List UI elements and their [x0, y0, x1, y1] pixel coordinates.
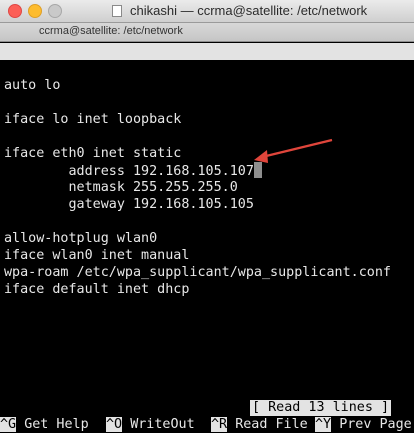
- file-line: netmask 255.255.255.0: [4, 180, 238, 195]
- document-icon: [112, 5, 122, 17]
- file-line-cursor: address 192.168.105.107: [4, 162, 262, 179]
- minimize-window-button[interactable]: [28, 4, 42, 18]
- nano-version: GNU nano 2.2.6: [11, 61, 124, 76]
- shortcut-read-file[interactable]: ^R Read File: [211, 416, 308, 433]
- shortcut-prev-page[interactable]: ^Y Prev Page: [315, 416, 412, 433]
- close-window-button[interactable]: [8, 4, 22, 18]
- file-line: iface default inet dhcp: [4, 282, 190, 297]
- shortcut-label: WriteOut: [130, 417, 195, 432]
- window-title: chikashi — ccrma@satellite: /etc/network: [130, 3, 368, 18]
- terminal-screen[interactable]: GNU nano 2.2.6 File: /etc/network/interf…: [0, 42, 414, 433]
- shortcut-label: Get Help: [24, 417, 89, 432]
- status-message: [ Read 13 lines ]: [250, 400, 392, 416]
- zoom-window-button[interactable]: [48, 4, 62, 18]
- shortcut-label: Prev Page: [339, 417, 412, 432]
- shortcut-writeout[interactable]: ^O WriteOut: [106, 416, 195, 433]
- file-line: gateway 192.168.105.105: [4, 197, 254, 212]
- tab-terminal[interactable]: ccrma@satellite: /etc/network: [39, 25, 183, 37]
- file-line-text: address 192.168.105.107: [4, 164, 254, 179]
- shortcut-key: ^R: [211, 417, 228, 432]
- terminal-tabbar: ccrma@satellite: /etc/network: [0, 23, 414, 42]
- window-titlebar: chikashi — ccrma@satellite: /etc/network: [0, 0, 414, 23]
- nano-header: GNU nano 2.2.6 File: /etc/network/interf…: [0, 43, 414, 93]
- shortcut-key: ^O: [106, 417, 123, 432]
- shortcut-label: Read File: [235, 417, 308, 432]
- file-line: auto lo: [4, 78, 61, 93]
- file-line: iface eth0 inet static: [4, 146, 182, 161]
- shortcut-key: ^G: [0, 417, 17, 432]
- file-line: wpa-roam /etc/wpa_supplicant/wpa_supplic…: [4, 265, 391, 280]
- file-line: iface lo inet loopback: [4, 112, 182, 127]
- file-line: allow-hotplug wlan0: [4, 231, 158, 246]
- file-line: iface wlan0 inet manual: [4, 248, 190, 263]
- shortcut-key: ^Y: [315, 417, 332, 432]
- shortcut-get-help[interactable]: ^G Get Help: [0, 416, 89, 433]
- nano-filename: File: /etc/network/interfaces: [180, 78, 414, 93]
- text-cursor: [253, 162, 262, 178]
- shortcut-bar: ^G Get Help ^O WriteOut ^R Read File ^Y …: [0, 416, 414, 433]
